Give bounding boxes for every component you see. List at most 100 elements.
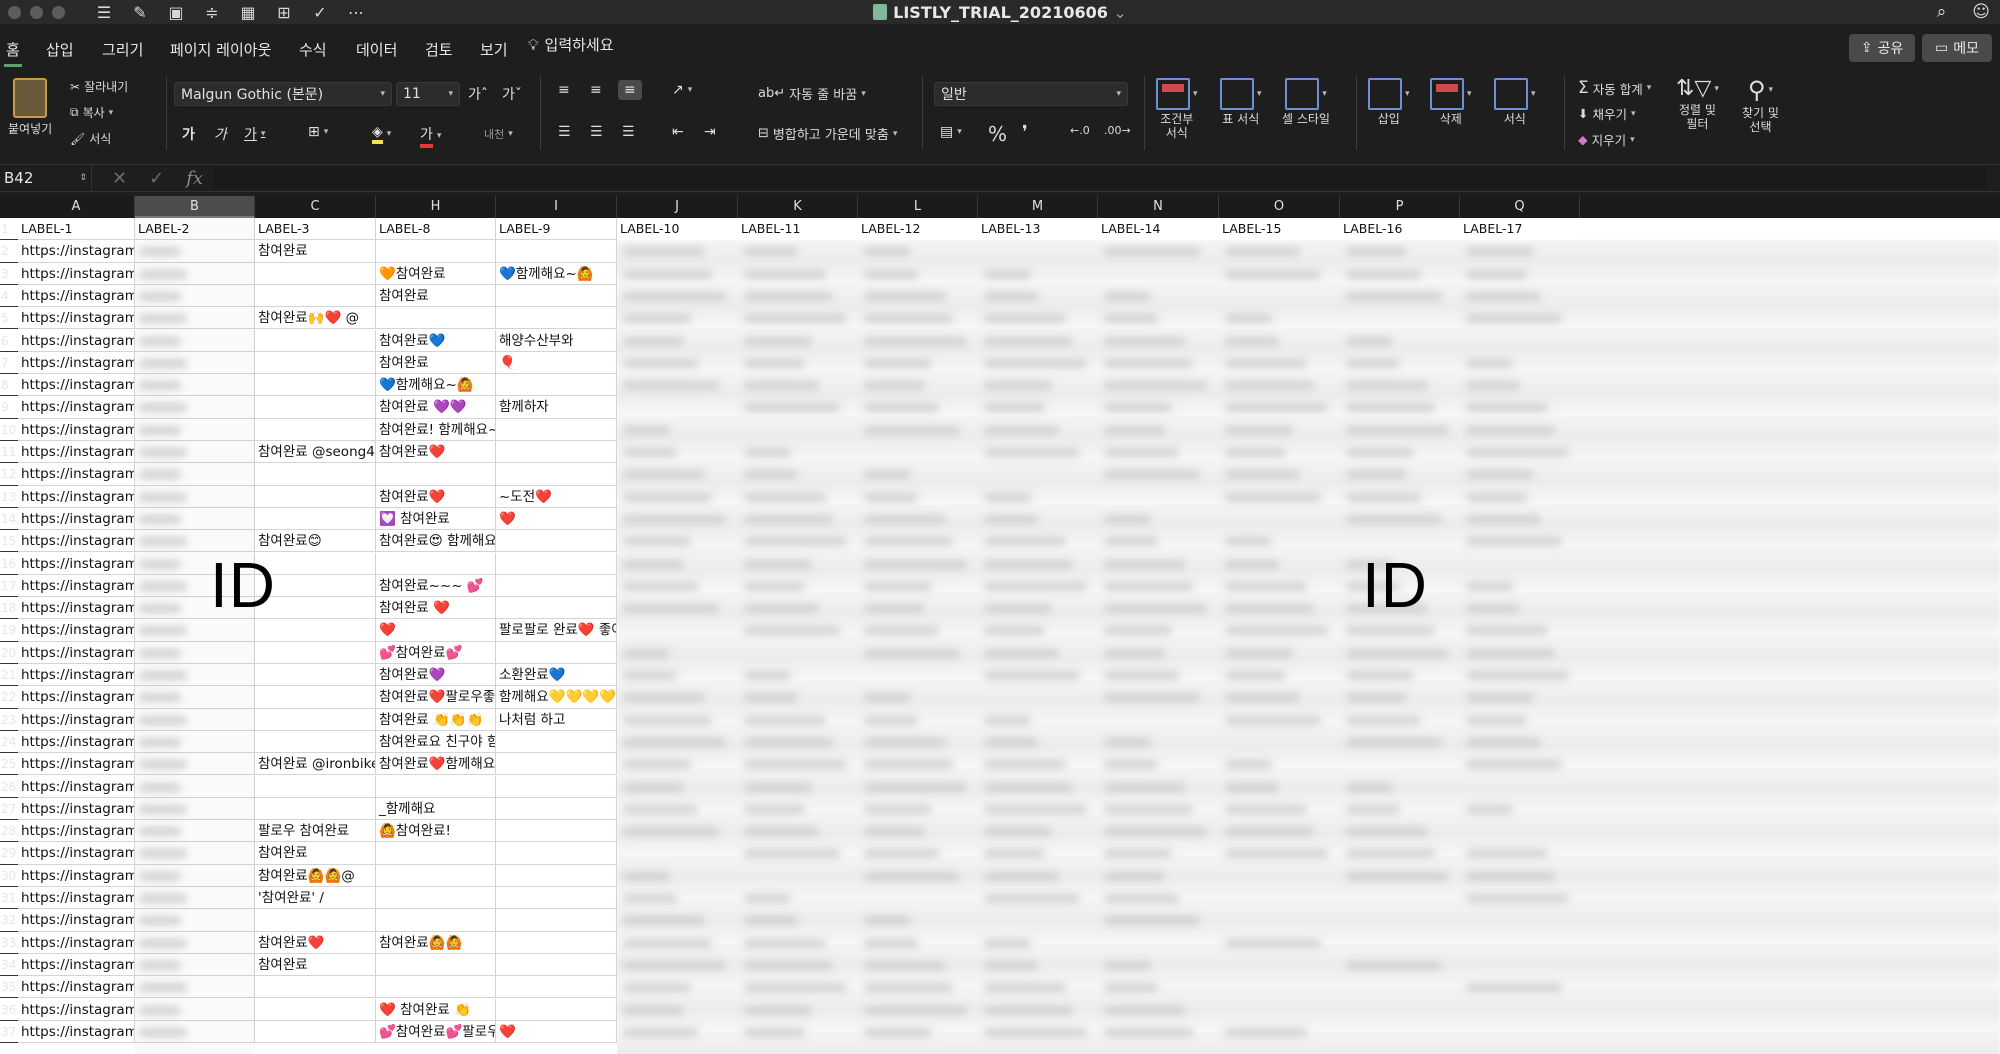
vertical-text-button[interactable]: 내천 ▾ — [484, 126, 513, 142]
tab-page-layout[interactable]: 페이지 레이아웃 — [170, 39, 271, 60]
cell-h[interactable]: 참여완료❤️ — [376, 485, 496, 508]
row-header[interactable]: 36 — [0, 999, 18, 1021]
insert-cells-button[interactable]: ▾ 삽입 — [1368, 78, 1410, 126]
align-left-button[interactable]: ☰ — [558, 124, 571, 140]
cell-c[interactable]: 참여완료🙆🙆@ — [255, 864, 376, 887]
cell-h[interactable]: 참여완료! 함께해요~ 팔 — [376, 418, 496, 441]
cell-i[interactable]: 🎈 — [496, 351, 617, 375]
row-header[interactable]: 29 — [0, 842, 18, 865]
cell-c[interactable]: 참여완료 — [255, 842, 376, 865]
cell-h[interactable]: 참여완료😍 함께해요 — [376, 530, 496, 553]
row-header[interactable]: 28 — [0, 820, 18, 843]
format-painter-button[interactable]: 🖌︎ 서식 — [70, 130, 111, 147]
row-header[interactable]: 13 — [0, 486, 18, 508]
cell-h[interactable]: 💕참여완료💕 — [376, 641, 496, 664]
decrease-decimal-button[interactable]: .00→ — [1104, 124, 1131, 137]
align-center-button[interactable]: ☰ — [590, 124, 603, 140]
cell-c[interactable] — [255, 686, 376, 709]
tab-review[interactable]: 검토 — [425, 39, 453, 60]
cell-a[interactable]: https://instagram.ficn3 — [18, 396, 135, 419]
cell-c[interactable]: '참여완료' / — [255, 887, 376, 910]
cell-c[interactable] — [255, 284, 376, 308]
orientation-button[interactable]: ↗ ▾ — [672, 82, 692, 98]
cell-i[interactable]: 함께해요💛💛💛💛 — [496, 686, 617, 709]
paste-button[interactable]: 붙여넣기 — [8, 78, 52, 136]
cell-a[interactable]: https://instagram.ficn3 — [18, 463, 135, 486]
wrap-text-button[interactable]: ab↵ 자동 줄 바꿈 ▾ — [758, 84, 866, 103]
column-header-b[interactable]: B — [135, 196, 255, 218]
cell-a[interactable]: https://instagram.ficn3 — [18, 708, 135, 731]
cell-i[interactable] — [496, 641, 617, 664]
cell-c[interactable] — [255, 976, 376, 999]
row-header[interactable]: 1 — [0, 218, 18, 241]
cell-a[interactable]: https://instagram.ficn3 — [18, 619, 135, 642]
cell-b[interactable] — [135, 307, 255, 330]
tab-formulas[interactable]: 수식 — [299, 39, 327, 60]
cell-i[interactable] — [496, 775, 617, 798]
header-cell[interactable]: LABEL-10 — [617, 218, 738, 241]
column-header-i[interactable]: I — [496, 196, 617, 218]
cell-c[interactable]: 참여완료❤️ — [255, 931, 376, 954]
column-header-o[interactable]: O — [1219, 196, 1340, 218]
row-header[interactable]: 31 — [0, 887, 18, 910]
column-header-q[interactable]: Q — [1460, 196, 1580, 218]
cell-h[interactable]: 참여완료 👏👏👏 — [376, 708, 496, 731]
tab-view[interactable]: 보기 — [480, 39, 508, 60]
cell-a[interactable]: https://instagram.ficn3 — [18, 374, 135, 397]
cell-c[interactable] — [255, 507, 376, 531]
cell-i[interactable] — [496, 441, 617, 464]
row-header[interactable]: 14 — [0, 508, 18, 531]
comments-button[interactable]: ▭ 메모 — [1922, 34, 1992, 62]
cell-b[interactable] — [135, 686, 255, 709]
row-header[interactable]: 32 — [0, 909, 18, 932]
cell-i[interactable] — [496, 574, 617, 598]
cell-h[interactable] — [376, 842, 496, 865]
header-cell[interactable]: LABEL-11 — [738, 218, 858, 241]
cell-h[interactable]: 참여완료💜 — [376, 664, 496, 687]
cell-a[interactable]: https://instagram.ficn3 — [18, 909, 135, 932]
cell-i[interactable] — [496, 887, 617, 910]
cell-b[interactable] — [135, 641, 255, 664]
row-header[interactable]: 19 — [0, 619, 18, 642]
align-right-button[interactable]: ☰ — [622, 124, 635, 140]
cell-i[interactable] — [496, 530, 617, 553]
cell-a[interactable]: https://instagram.ficn3 — [18, 753, 135, 776]
cell-i[interactable]: ~도전❤️ — [496, 485, 617, 508]
cell-i[interactable] — [496, 418, 617, 441]
cell-b[interactable] — [135, 619, 255, 642]
cell-b[interactable] — [135, 463, 255, 486]
row-header[interactable]: 9 — [0, 396, 18, 419]
cell-a[interactable]: https://instagram.ficn3 — [18, 1020, 135, 1044]
cell-a[interactable]: https://instagram.ficn3 — [18, 820, 135, 843]
copy-button[interactable]: ⧉ 복사 ▾ — [70, 104, 113, 121]
cell-a[interactable]: https://instagram.ficn3 — [18, 730, 135, 754]
cell-c[interactable] — [255, 998, 376, 1021]
align-middle-button[interactable]: ≡ — [590, 82, 602, 98]
autosum-button[interactable]: Σ 자동 합계 ▾ — [1578, 78, 1651, 98]
screenshot-icon[interactable]: ▣ — [165, 3, 187, 22]
cell-c[interactable] — [255, 775, 376, 798]
cell-h[interactable]: 참여완료🙆🙆 — [376, 931, 496, 954]
cell-b[interactable] — [135, 842, 255, 865]
tab-insert[interactable]: 삽입 — [46, 39, 74, 60]
align-center-icon[interactable]: ≑ — [201, 3, 223, 22]
cell-b[interactable] — [135, 329, 255, 352]
cell-styles-button[interactable]: ▾ 셀 스타일 — [1282, 78, 1330, 126]
cell-b[interactable] — [135, 998, 255, 1021]
cell-a[interactable]: https://instagram.ficn3 — [18, 664, 135, 687]
cell-b[interactable] — [135, 240, 255, 263]
smiley-feedback-icon[interactable]: ☺ — [1972, 2, 1990, 22]
cell-a[interactable]: https://instagram.ficn3 — [18, 597, 135, 620]
row-header[interactable]: 34 — [0, 954, 18, 977]
accounting-format-button[interactable]: ▤ ▾ — [940, 124, 962, 140]
header-cell[interactable]: LABEL-3 — [255, 218, 376, 241]
cell-a[interactable]: https://instagram.ficn3 — [18, 485, 135, 508]
cell-i[interactable] — [496, 820, 617, 843]
column-header-j[interactable]: J — [617, 196, 738, 218]
cell-c[interactable]: 참여완료 @seong420 — [255, 441, 376, 464]
column-header-k[interactable]: K — [738, 196, 858, 218]
cell-b[interactable] — [135, 864, 255, 887]
cell-a[interactable]: https://instagram.ficn3 — [18, 441, 135, 464]
column-header-n[interactable]: N — [1098, 196, 1219, 218]
cell-i[interactable] — [496, 374, 617, 397]
